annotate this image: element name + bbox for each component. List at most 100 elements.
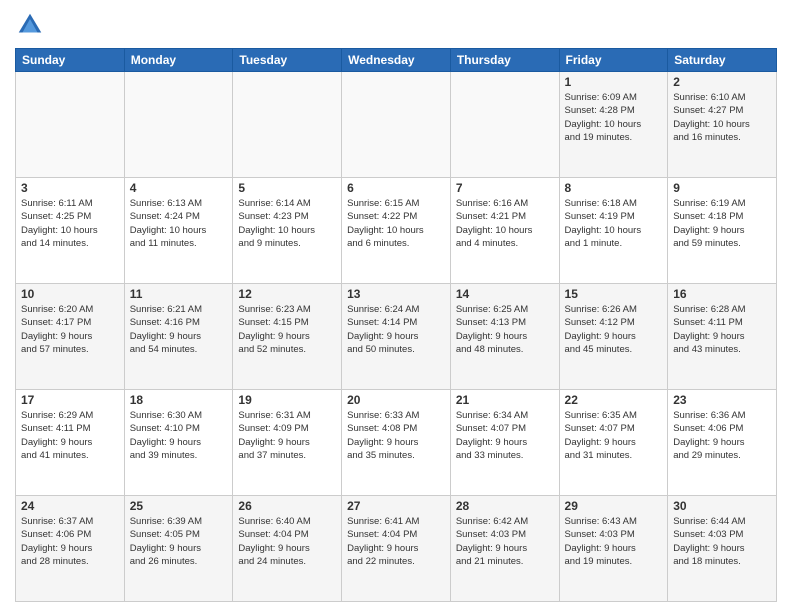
logo-icon: [15, 10, 45, 40]
calendar-cell: 30 Sunrise: 6:44 AM Sunset: 4:03 PM Dayli…: [668, 496, 777, 602]
calendar-cell: [124, 72, 233, 178]
calendar-weekday-header: Sunday: [16, 49, 125, 72]
day-number: 22: [565, 393, 663, 407]
day-number: 4: [130, 181, 228, 195]
calendar-cell: [342, 72, 451, 178]
day-number: 5: [238, 181, 336, 195]
day-info: Sunrise: 6:36 AM Sunset: 4:06 PM Dayligh…: [673, 409, 771, 462]
day-info: Sunrise: 6:33 AM Sunset: 4:08 PM Dayligh…: [347, 409, 445, 462]
calendar-cell: 6 Sunrise: 6:15 AM Sunset: 4:22 PM Daylig…: [342, 178, 451, 284]
day-info: Sunrise: 6:29 AM Sunset: 4:11 PM Dayligh…: [21, 409, 119, 462]
day-number: 15: [565, 287, 663, 301]
calendar-cell: 9Sunrise: 6:19 AM Sunset: 4:18 PM Daylig…: [668, 178, 777, 284]
day-number: 11: [130, 287, 228, 301]
calendar-cell: 17Sunrise: 6:29 AM Sunset: 4:11 PM Dayli…: [16, 390, 125, 496]
calendar-cell: 29 Sunrise: 6:43 AM Sunset: 4:03 PM Dayli…: [559, 496, 668, 602]
day-info: Sunrise: 6:18 AM Sunset: 4:19 PM Dayligh…: [565, 197, 663, 250]
day-number: 29: [565, 499, 663, 513]
calendar-cell: 20 Sunrise: 6:33 AM Sunset: 4:08 PM Dayli…: [342, 390, 451, 496]
day-info: Sunrise: 6:25 AM Sunset: 4:13 PM Dayligh…: [456, 303, 554, 356]
day-info: Sunrise: 6:34 AM Sunset: 4:07 PM Dayligh…: [456, 409, 554, 462]
day-number: 12: [238, 287, 336, 301]
calendar-weekday-header: Tuesday: [233, 49, 342, 72]
calendar-cell: 18Sunrise: 6:30 AM Sunset: 4:10 PM Dayli…: [124, 390, 233, 496]
day-info: Sunrise: 6:09 AM Sunset: 4:28 PM Dayligh…: [565, 91, 663, 144]
calendar-weekday-header: Friday: [559, 49, 668, 72]
calendar-cell: 5 Sunrise: 6:14 AM Sunset: 4:23 PM Daylig…: [233, 178, 342, 284]
calendar-cell: 16Sunrise: 6:28 AM Sunset: 4:11 PM Dayli…: [668, 284, 777, 390]
calendar-week-row: 17Sunrise: 6:29 AM Sunset: 4:11 PM Dayli…: [16, 390, 777, 496]
calendar-cell: 21Sunrise: 6:34 AM Sunset: 4:07 PM Dayli…: [450, 390, 559, 496]
calendar-cell: 8 Sunrise: 6:18 AM Sunset: 4:19 PM Daylig…: [559, 178, 668, 284]
day-number: 2: [673, 75, 771, 89]
calendar-cell: 22 Sunrise: 6:35 AM Sunset: 4:07 PM Dayli…: [559, 390, 668, 496]
calendar-cell: [450, 72, 559, 178]
calendar-weekday-header: Monday: [124, 49, 233, 72]
day-info: Sunrise: 6:39 AM Sunset: 4:05 PM Dayligh…: [130, 515, 228, 568]
day-number: 7: [456, 181, 554, 195]
day-number: 1: [565, 75, 663, 89]
day-info: Sunrise: 6:20 AM Sunset: 4:17 PM Dayligh…: [21, 303, 119, 356]
day-number: 19: [238, 393, 336, 407]
day-info: Sunrise: 6:11 AM Sunset: 4:25 PM Dayligh…: [21, 197, 119, 250]
logo: [15, 10, 49, 40]
day-number: 20: [347, 393, 445, 407]
calendar-cell: 24 Sunrise: 6:37 AM Sunset: 4:06 PM Dayli…: [16, 496, 125, 602]
calendar-week-row: 1 Sunrise: 6:09 AM Sunset: 4:28 PM Daylig…: [16, 72, 777, 178]
calendar-cell: 23 Sunrise: 6:36 AM Sunset: 4:06 PM Dayli…: [668, 390, 777, 496]
day-info: Sunrise: 6:13 AM Sunset: 4:24 PM Dayligh…: [130, 197, 228, 250]
calendar-weekday-header: Thursday: [450, 49, 559, 72]
day-number: 6: [347, 181, 445, 195]
day-number: 24: [21, 499, 119, 513]
day-info: Sunrise: 6:43 AM Sunset: 4:03 PM Dayligh…: [565, 515, 663, 568]
calendar-cell: 13 Sunrise: 6:24 AM Sunset: 4:14 PM Dayli…: [342, 284, 451, 390]
calendar-cell: 7 Sunrise: 6:16 AM Sunset: 4:21 PM Daylig…: [450, 178, 559, 284]
day-info: Sunrise: 6:16 AM Sunset: 4:21 PM Dayligh…: [456, 197, 554, 250]
day-number: 25: [130, 499, 228, 513]
day-info: Sunrise: 6:44 AM Sunset: 4:03 PM Dayligh…: [673, 515, 771, 568]
day-number: 18: [130, 393, 228, 407]
calendar-cell: 26 Sunrise: 6:40 AM Sunset: 4:04 PM Dayli…: [233, 496, 342, 602]
calendar-cell: 19 Sunrise: 6:31 AM Sunset: 4:09 PM Dayli…: [233, 390, 342, 496]
day-number: 23: [673, 393, 771, 407]
calendar-cell: [16, 72, 125, 178]
day-info: Sunrise: 6:26 AM Sunset: 4:12 PM Dayligh…: [565, 303, 663, 356]
day-info: Sunrise: 6:24 AM Sunset: 4:14 PM Dayligh…: [347, 303, 445, 356]
day-info: Sunrise: 6:23 AM Sunset: 4:15 PM Dayligh…: [238, 303, 336, 356]
day-number: 30: [673, 499, 771, 513]
page: SundayMondayTuesdayWednesdayThursdayFrid…: [0, 0, 792, 612]
calendar-cell: 15 Sunrise: 6:26 AM Sunset: 4:12 PM Dayli…: [559, 284, 668, 390]
day-number: 16: [673, 287, 771, 301]
day-info: Sunrise: 6:40 AM Sunset: 4:04 PM Dayligh…: [238, 515, 336, 568]
calendar-weekday-header: Saturday: [668, 49, 777, 72]
day-number: 28: [456, 499, 554, 513]
calendar-cell: 25 Sunrise: 6:39 AM Sunset: 4:05 PM Dayli…: [124, 496, 233, 602]
calendar-cell: 3 Sunrise: 6:11 AM Sunset: 4:25 PM Daylig…: [16, 178, 125, 284]
calendar-header-row: SundayMondayTuesdayWednesdayThursdayFrid…: [16, 49, 777, 72]
calendar-table: SundayMondayTuesdayWednesdayThursdayFrid…: [15, 48, 777, 602]
day-info: Sunrise: 6:37 AM Sunset: 4:06 PM Dayligh…: [21, 515, 119, 568]
calendar-week-row: 3 Sunrise: 6:11 AM Sunset: 4:25 PM Daylig…: [16, 178, 777, 284]
day-number: 27: [347, 499, 445, 513]
day-info: Sunrise: 6:31 AM Sunset: 4:09 PM Dayligh…: [238, 409, 336, 462]
calendar-cell: 12 Sunrise: 6:23 AM Sunset: 4:15 PM Dayli…: [233, 284, 342, 390]
calendar-cell: 1 Sunrise: 6:09 AM Sunset: 4:28 PM Daylig…: [559, 72, 668, 178]
calendar-cell: 2 Sunrise: 6:10 AM Sunset: 4:27 PM Daylig…: [668, 72, 777, 178]
day-info: Sunrise: 6:14 AM Sunset: 4:23 PM Dayligh…: [238, 197, 336, 250]
calendar-cell: 14 Sunrise: 6:25 AM Sunset: 4:13 PM Dayli…: [450, 284, 559, 390]
calendar-cell: 11Sunrise: 6:21 AM Sunset: 4:16 PM Dayli…: [124, 284, 233, 390]
day-number: 14: [456, 287, 554, 301]
day-info: Sunrise: 6:10 AM Sunset: 4:27 PM Dayligh…: [673, 91, 771, 144]
calendar-weekday-header: Wednesday: [342, 49, 451, 72]
calendar-cell: 4 Sunrise: 6:13 AM Sunset: 4:24 PM Daylig…: [124, 178, 233, 284]
calendar-week-row: 24 Sunrise: 6:37 AM Sunset: 4:06 PM Dayli…: [16, 496, 777, 602]
day-number: 8: [565, 181, 663, 195]
calendar-cell: [233, 72, 342, 178]
header: [15, 10, 777, 40]
day-number: 26: [238, 499, 336, 513]
day-info: Sunrise: 6:35 AM Sunset: 4:07 PM Dayligh…: [565, 409, 663, 462]
day-number: 10: [21, 287, 119, 301]
day-number: 3: [21, 181, 119, 195]
day-info: Sunrise: 6:15 AM Sunset: 4:22 PM Dayligh…: [347, 197, 445, 250]
day-number: 13: [347, 287, 445, 301]
